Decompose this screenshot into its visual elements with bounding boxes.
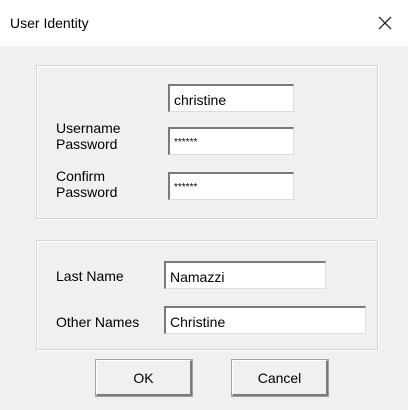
cancel-button[interactable]: Cancel (232, 360, 328, 396)
close-icon (378, 16, 392, 30)
title-bar: User Identity (0, 0, 408, 46)
other-names-input[interactable] (164, 306, 366, 334)
username-label: Username (56, 120, 121, 136)
username-input[interactable] (168, 84, 294, 112)
confirm-password-label-line1: Confirm (56, 168, 106, 184)
last-name-label: Last Name (56, 268, 124, 284)
password-input[interactable] (168, 127, 294, 155)
other-names-label: Other Names (56, 314, 140, 330)
password-label: Password (56, 136, 118, 152)
last-name-input[interactable] (164, 261, 326, 289)
ok-button[interactable]: OK (96, 360, 192, 396)
window-title: User Identity (10, 15, 89, 31)
close-button[interactable] (362, 0, 408, 46)
confirm-password-label-line2: Password (56, 184, 118, 200)
confirm-password-input[interactable] (168, 172, 294, 200)
